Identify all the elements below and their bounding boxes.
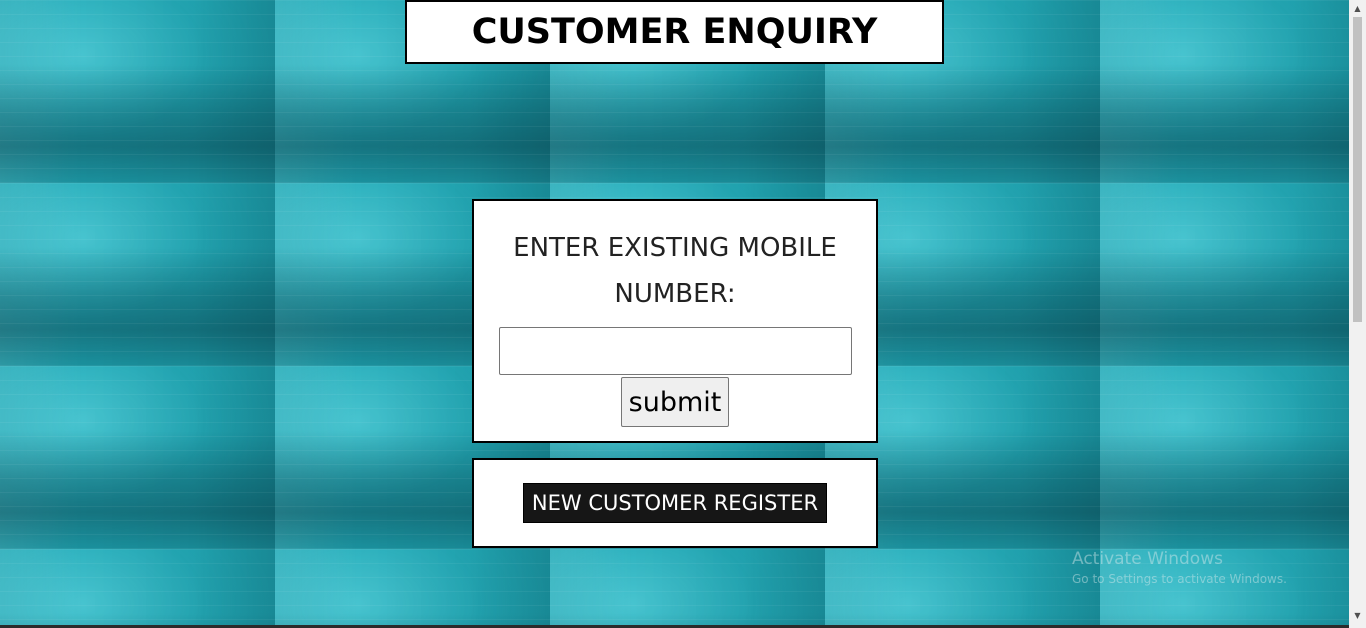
watermark-title: Activate Windows: [1072, 549, 1223, 569]
chevron-down-icon[interactable]: ▼: [1349, 607, 1366, 624]
vertical-scrollbar[interactable]: ▲ ▼: [1349, 0, 1366, 628]
new-customer-register-button[interactable]: NEW CUSTOMER REGISTER: [522, 483, 828, 523]
submit-button[interactable]: submit: [620, 377, 730, 427]
scrollbar-thumb[interactable]: [1353, 17, 1362, 322]
watermark-subtitle: Go to Settings to activate Windows.: [1072, 572, 1287, 586]
page-header: CUSTOMER ENQUIRY: [405, 0, 944, 64]
page-title: CUSTOMER ENQUIRY: [471, 12, 878, 52]
activate-windows-watermark: Activate Windows Go to Settings to activ…: [1072, 548, 1287, 588]
mobile-number-input[interactable]: [498, 327, 852, 375]
enquiry-panel: ENTER EXISTING MOBILE NUMBER: submit: [472, 199, 878, 443]
register-panel: NEW CUSTOMER REGISTER: [472, 458, 878, 548]
mobile-number-label: ENTER EXISTING MOBILE NUMBER:: [513, 233, 837, 309]
chevron-up-icon[interactable]: ▲: [1349, 0, 1366, 17]
